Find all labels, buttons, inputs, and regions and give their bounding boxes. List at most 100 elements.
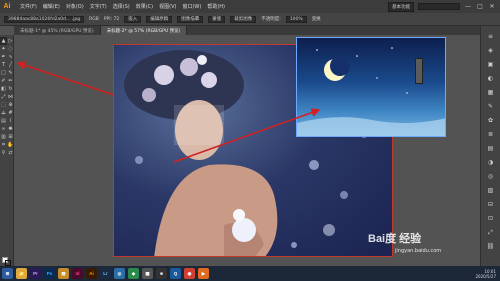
taskbar-folder[interactable]: ▤: [58, 268, 69, 279]
line-tool-icon[interactable]: ╱: [7, 61, 14, 69]
taskbar-lightroom[interactable]: Lr: [100, 268, 111, 279]
menu-window[interactable]: 窗口(W): [182, 3, 201, 10]
baidu-watermark-url: jingyan.baidu.com: [395, 248, 442, 254]
workspace-switcher[interactable]: 基本功能: [388, 1, 414, 12]
layers-icon[interactable]: ◈: [486, 46, 496, 55]
scale-icon[interactable]: ⤢: [0, 93, 7, 101]
tab-untitled-2[interactable]: 未标题-2* @ 57% (RGB/GPU 预览): [100, 26, 188, 35]
symbol-sprayer-icon[interactable]: ✺: [7, 125, 14, 133]
direct-selection-tool-icon[interactable]: ▷: [7, 37, 14, 45]
eraser-icon[interactable]: ◧: [0, 85, 7, 93]
taskbar-explorer[interactable]: 📁: [16, 268, 27, 279]
curvature-icon[interactable]: ∿: [7, 53, 14, 61]
free-transform-icon[interactable]: ⬚: [0, 101, 7, 109]
swap-icon[interactable]: ⇄: [7, 149, 14, 157]
taskbar-app-dark[interactable]: ■: [156, 268, 167, 279]
opacity-label: 不透明度:: [261, 17, 281, 22]
links-icon[interactable]: ⛓: [486, 242, 496, 251]
gradient-panel-icon[interactable]: ▤: [486, 144, 496, 153]
menu-type[interactable]: 文字(T): [90, 3, 107, 10]
taskbar-media[interactable]: ▶: [198, 268, 209, 279]
slice-icon[interactable]: ⌗: [0, 141, 7, 149]
gradient-icon[interactable]: ▤: [0, 117, 7, 125]
artboard-icon[interactable]: ⊞: [7, 133, 14, 141]
taskbar-photoshop[interactable]: Ps: [44, 268, 55, 279]
graph-icon[interactable]: ▥: [0, 133, 7, 141]
linked-file-name[interactable]: 39884aac88a1026fd2a0d... .jpg: [4, 15, 85, 23]
menu-effect[interactable]: 效果(C): [136, 3, 153, 10]
perspective-icon[interactable]: ⟁: [0, 109, 7, 117]
windows-taskbar: ⊞ 📁 Pr Ps ▤ Id Ai Lr ◎ ◆ ▦ ■ Q ◉ ▶ 10:01…: [0, 266, 500, 281]
color-icon[interactable]: ◐: [486, 74, 496, 83]
menu-object[interactable]: 对象(O): [66, 3, 84, 10]
selection-tool-icon[interactable]: ▲: [0, 37, 7, 45]
magic-wand-icon[interactable]: ✦: [0, 45, 7, 53]
menu-view[interactable]: 视图(V): [159, 3, 176, 10]
rotate-icon[interactable]: ↻: [7, 85, 14, 93]
panel-dock: ≡ ◈ ▣ ◐ ▦ ✎ ✿ ≣ ▤ ◑ ◎ ▧ ⊟ ⊡ ⤢ ⛓: [480, 26, 500, 267]
transparency-icon[interactable]: ◑: [486, 158, 496, 167]
document-tabs: 未标题-1* @ 45% (RGB/GPU 预览) 未标题-2* @ 57% (…: [14, 26, 480, 35]
type-tool-icon[interactable]: T: [0, 61, 7, 69]
properties-icon[interactable]: ≡: [486, 32, 496, 41]
symbols-icon[interactable]: ✿: [486, 116, 496, 125]
menu-file[interactable]: 文件(F): [20, 3, 37, 10]
rectangle-tool-icon[interactable]: □: [0, 69, 7, 77]
menu-select[interactable]: 选择(S): [113, 3, 130, 10]
lasso-icon[interactable]: ◌: [7, 45, 14, 53]
color-mode: RGB: [89, 16, 99, 22]
align-icon[interactable]: ⊟: [486, 200, 496, 209]
taskbar-chrome[interactable]: ◉: [184, 268, 195, 279]
image-trace-button[interactable]: 图像描摹: [177, 15, 204, 23]
menu-help[interactable]: 帮助(H): [207, 3, 225, 10]
menu-bar: Ai 文件(F) 编辑(E) 对象(O) 文字(T) 选择(S) 效果(C) 视…: [0, 0, 500, 13]
stroke-icon[interactable]: ≣: [486, 130, 496, 139]
taskbar-illustrator[interactable]: Ai: [86, 268, 97, 279]
graphic-styles-icon[interactable]: ▧: [486, 186, 496, 195]
taskbar-app-blue[interactable]: ◎: [114, 268, 125, 279]
zoom-icon[interactable]: ⚲: [0, 149, 7, 157]
maximize-button[interactable]: □: [476, 3, 484, 10]
minimize-button[interactable]: —: [464, 3, 472, 10]
tab-untitled-1[interactable]: 未标题-1* @ 45% (RGB/GPU 预览): [14, 26, 101, 35]
edit-original-button[interactable]: 编辑原稿: [146, 15, 173, 23]
opacity-field[interactable]: 100%: [285, 15, 307, 23]
pencil-icon[interactable]: ✏: [7, 77, 14, 85]
pen-tool-icon[interactable]: ✒: [0, 53, 7, 61]
appearance-icon[interactable]: ◎: [486, 172, 496, 181]
transform-link[interactable]: 变换: [312, 16, 321, 22]
shape-builder-icon[interactable]: ⊕: [7, 101, 14, 109]
clock-date: 2020/5/27: [475, 273, 496, 279]
close-button[interactable]: ✕: [488, 3, 496, 10]
menu-edit[interactable]: 编辑(E): [43, 3, 60, 10]
taskbar-qq[interactable]: Q: [170, 268, 181, 279]
taskbar-premiere[interactable]: Pr: [30, 268, 41, 279]
mask-button[interactable]: 蒙版: [208, 15, 226, 23]
paintbrush-icon[interactable]: ✎: [7, 69, 14, 77]
libraries-icon[interactable]: ▣: [486, 60, 496, 69]
adobe-stock-search[interactable]: [418, 3, 460, 10]
start-button[interactable]: ⊞: [2, 268, 13, 279]
brushes-icon[interactable]: ✎: [486, 102, 496, 111]
hand-icon[interactable]: ✋: [7, 141, 14, 149]
system-tray-clock[interactable]: 10:01 2020/5/27: [475, 269, 500, 279]
pathfinder-icon[interactable]: ⊡: [486, 214, 496, 223]
crop-image-button[interactable]: 裁剪图像: [230, 15, 257, 23]
embed-button[interactable]: 嵌入: [124, 15, 142, 23]
taskbar-indesign[interactable]: Id: [72, 268, 83, 279]
width-icon[interactable]: ⋈: [7, 93, 14, 101]
illustrator-window: Ai 文件(F) 编辑(E) 对象(O) 文字(T) 选择(S) 效果(C) 视…: [0, 0, 500, 281]
control-bar: 39884aac88a1026fd2a0d... .jpg RGB PPI: 7…: [0, 13, 500, 26]
blend-icon[interactable]: ∞: [0, 125, 7, 133]
taskbar-app-gray[interactable]: ▦: [142, 268, 153, 279]
taskbar-app-green[interactable]: ◆: [128, 268, 139, 279]
menubar-right: 基本功能 — □ ✕: [388, 1, 500, 12]
mesh-icon[interactable]: #: [7, 109, 14, 117]
app-logo: Ai: [3, 3, 11, 10]
eyedropper-icon[interactable]: ⌇: [7, 117, 14, 125]
swatches-icon[interactable]: ▦: [486, 88, 496, 97]
ppi-readout: PPI: 72: [103, 16, 120, 22]
transform-icon[interactable]: ⤢: [486, 228, 496, 237]
baidu-watermark-logo: Bai度 经验: [368, 233, 422, 245]
shaper-icon[interactable]: ✐: [0, 77, 7, 85]
